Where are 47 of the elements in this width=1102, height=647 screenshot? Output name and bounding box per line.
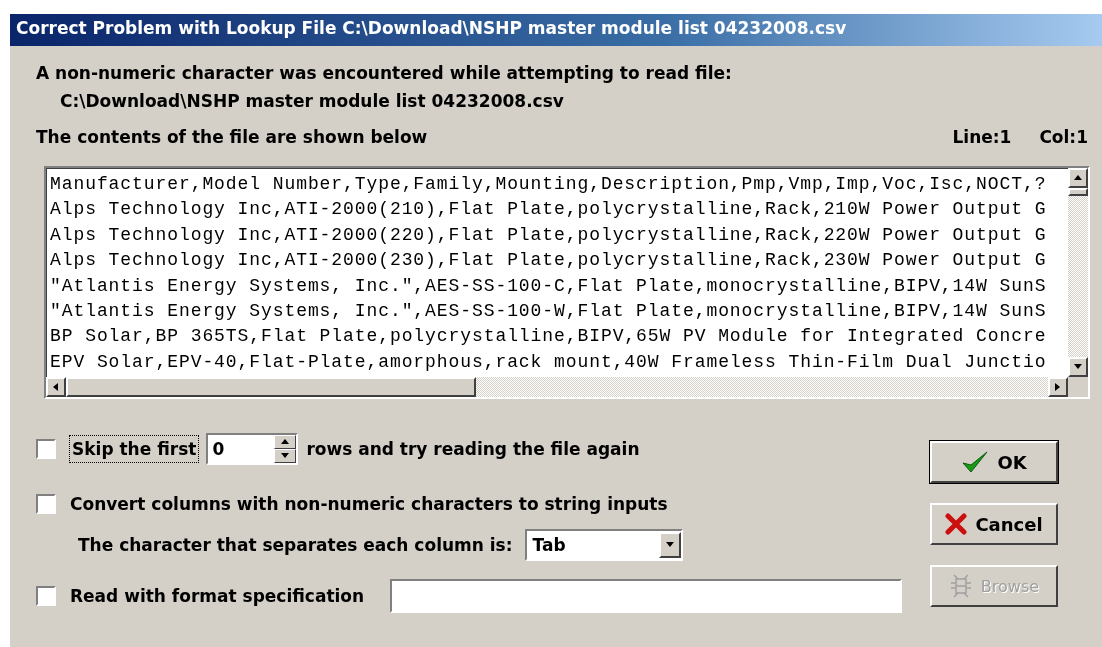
close-icon [945,513,968,535]
line-indicator: Line:1 [952,126,1012,148]
file-line: BP Solar,BP 365TS,Flat Plate,polycrystalline,BIPV,65W PV Module for Integrated Concre [50,325,1048,349]
separator-label: The character that separates each column is: [78,534,513,556]
scroll-left-button[interactable] [46,377,66,397]
checkbox-label[interactable]: Convert columns with non-numeric characters to string inputs [70,493,668,515]
horizontal-scrollbar[interactable] [46,377,1068,397]
checkbox-label[interactable]: Skip the first [70,436,199,462]
scroll-thumb[interactable] [66,377,476,397]
row-count-spinner[interactable]: 0 [206,433,299,465]
scroll-right-button[interactable] [1048,377,1068,397]
file-line: EPV Solar,EPV-40,Flat-Plate,amorphous,rack mount,40W Frameless Thin-Film Dual Junctio [50,350,1048,374]
checkbox[interactable] [36,439,56,459]
scroll-down-button[interactable] [1068,357,1088,377]
file-line: Alps Technology Inc,ATI-2000(220),Flat Plate,polycrystalline,Rack,220W Power Output G [50,223,1048,247]
up-arrow-icon [1073,173,1083,183]
separator-dropdown[interactable]: Tab [524,529,683,561]
checkbox[interactable] [36,494,56,514]
skip-rows-text: rows and try reading the file again [306,438,640,460]
format-input-field[interactable] [390,579,903,613]
up-arrow-icon [280,437,291,447]
vertical-scrollbar[interactable] [1068,168,1088,377]
scrollbar-corner [1068,377,1088,397]
cancel-button[interactable]: Cancel [930,503,1058,545]
ok-button[interactable]: OK [930,441,1058,483]
file-line: Alps Technology Inc,ATI-2000(210),Flat Plate,polycrystalline,Rack,210W Power Output G [50,198,1048,222]
column-indicator: Col:1 [1039,126,1088,148]
checkbox-label[interactable]: Read with format specification [70,585,365,607]
file-line: Alps Technology Inc,ATI-2000(230),Flat Plate,polycrystalline,Rack,230W Power Output G [50,249,1048,273]
error-message: A non-numeric character was encountered while attempting to read file: [36,62,733,84]
spinner-value: 0 [212,439,225,459]
scroll-thumb[interactable] [1068,188,1088,196]
check-icon [961,450,990,474]
bug-icon [948,574,973,598]
file-line: "Atlantis Energy Systems, Inc.",AES-SS-100-W,Flat Plate,monocrystalline,BIPV,14W SunS [50,300,1048,324]
contents-label: The contents of the file are shown below [36,126,428,148]
dropdown-button[interactable] [658,532,681,558]
file-line: Manufacturer,Model Number,Type,Family,Mounting,Description,Pmp,Vmp,Imp,Voc,Isc,NOCT,? [50,173,1048,196]
window-title: Correct Problem with Lookup File C:\Download\NSHP master module list 04232008.csv [10,14,1102,46]
file-path: C:\Download\NSHP master module list 04232008.csv [59,90,565,112]
file-contents-box[interactable] [44,166,1090,399]
scroll-up-button[interactable] [1068,168,1088,188]
file-line: "Atlantis Energy Systems, Inc.",AES-SS-100-C,Flat Plate,monocrystalline,BIPV,14W SunS [50,274,1048,298]
increment-button[interactable] [274,435,297,449]
checkbox[interactable] [36,586,56,606]
decrement-button[interactable] [274,449,297,463]
left-arrow-icon [51,382,61,392]
